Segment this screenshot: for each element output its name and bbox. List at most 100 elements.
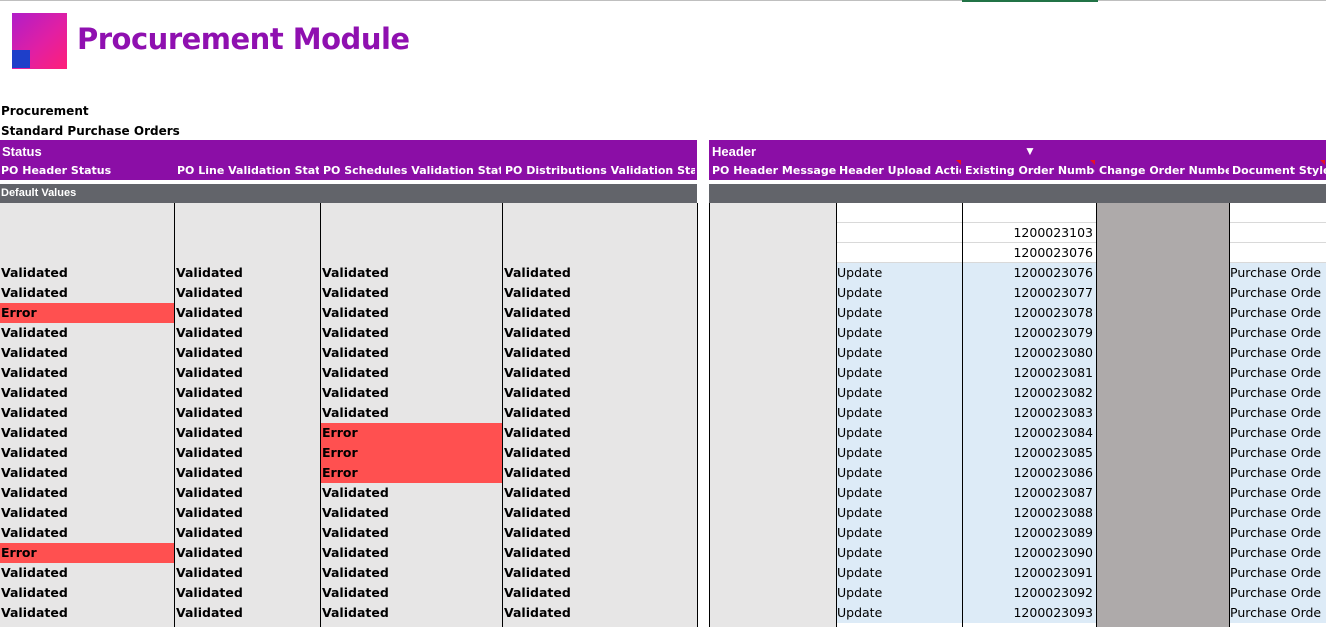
cell-existing-order-number[interactable]: 1200023089 <box>963 523 1096 543</box>
cell-document-style[interactable]: Purchase Orde <box>1230 323 1326 343</box>
cell-document-style[interactable]: Purchase Orde <box>1230 423 1326 443</box>
cell-header-upload-action[interactable]: Update <box>837 403 962 423</box>
cell-header-upload-action[interactable]: Update <box>837 303 962 323</box>
cell-document-style[interactable]: Purchase Orde <box>1230 583 1326 603</box>
cell-po-header-status[interactable]: Validated <box>0 363 174 383</box>
cell-po-line-validation-status[interactable]: Validated <box>175 283 320 303</box>
cell-po-distributions-validation-status[interactable]: Validated <box>503 283 697 303</box>
cell-po-distributions-validation-status[interactable]: Validated <box>503 463 697 483</box>
cell-po-line-validation-status[interactable]: Validated <box>175 403 320 423</box>
cell-po-schedules-validation-status[interactable]: Validated <box>321 323 502 343</box>
cell-document-style[interactable]: Purchase Orde <box>1230 363 1326 383</box>
cell-document-style[interactable]: Purchase Orde <box>1230 503 1326 523</box>
cell-document-style[interactable]: Purchase Orde <box>1230 383 1326 403</box>
cell-document-style[interactable] <box>1230 223 1326 243</box>
cell-po-header-status[interactable]: Error <box>0 303 174 323</box>
cell-header-upload-action[interactable] <box>837 203 962 223</box>
cell-po-schedules-validation-status[interactable]: Validated <box>321 503 502 523</box>
cell-po-schedules-validation-status[interactable]: Validated <box>321 523 502 543</box>
cell-po-header-status[interactable]: Validated <box>0 463 174 483</box>
cell-po-header-status[interactable]: Validated <box>0 403 174 423</box>
cell-header-upload-action[interactable]: Update <box>837 483 962 503</box>
cell-po-header-status[interactable]: Validated <box>0 583 174 603</box>
cell-po-schedules-validation-status[interactable]: Validated <box>321 483 502 503</box>
cell-po-distributions-validation-status[interactable]: Validated <box>503 543 697 563</box>
cell-po-distributions-validation-status[interactable]: Validated <box>503 603 697 623</box>
cell-existing-order-number[interactable]: 1200023079 <box>963 323 1096 343</box>
cell-po-line-validation-status[interactable]: Validated <box>175 463 320 483</box>
cell-po-distributions-validation-status[interactable]: Validated <box>503 263 697 283</box>
cell-po-distributions-validation-status[interactable]: Validated <box>503 483 697 503</box>
cell-document-style[interactable]: Purchase Orde <box>1230 463 1326 483</box>
cell-document-style[interactable]: Purchase Orde <box>1230 403 1326 423</box>
cell-po-line-validation-status[interactable]: Validated <box>175 423 320 443</box>
cell-po-distributions-validation-status[interactable]: Validated <box>503 523 697 543</box>
cell-existing-order-number[interactable]: 1200023092 <box>963 583 1096 603</box>
cell-existing-order-number[interactable]: 1200023076 <box>963 243 1096 263</box>
cell-existing-order-number[interactable]: 1200023091 <box>963 563 1096 583</box>
cell-existing-order-number[interactable] <box>963 203 1096 223</box>
cell-po-header-status[interactable]: Validated <box>0 563 174 583</box>
cell-header-upload-action[interactable]: Update <box>837 423 962 443</box>
cell-po-line-validation-status[interactable]: Validated <box>175 603 320 623</box>
cell-header-upload-action[interactable]: Update <box>837 563 962 583</box>
cell-existing-order-number[interactable]: 1200023085 <box>963 443 1096 463</box>
cell-document-style[interactable]: Purchase Orde <box>1230 523 1326 543</box>
cell-header-upload-action[interactable]: Update <box>837 383 962 403</box>
cell-po-schedules-validation-status[interactable]: Error <box>321 423 502 443</box>
cell-po-distributions-validation-status[interactable]: Validated <box>503 343 697 363</box>
cell-po-header-status[interactable]: Error <box>0 543 174 563</box>
cell-existing-order-number[interactable]: 1200023080 <box>963 343 1096 363</box>
cell-document-style[interactable]: Purchase Orde <box>1230 263 1326 283</box>
cell-po-header-status[interactable]: Validated <box>0 283 174 303</box>
cell-po-line-validation-status[interactable]: Validated <box>175 543 320 563</box>
cell-po-distributions-validation-status[interactable]: Validated <box>503 383 697 403</box>
cell-po-distributions-validation-status[interactable]: Validated <box>503 363 697 383</box>
cell-header-upload-action[interactable] <box>837 243 962 263</box>
cell-header-upload-action[interactable]: Update <box>837 363 962 383</box>
cell-po-line-validation-status[interactable]: Validated <box>175 263 320 283</box>
cell-po-line-validation-status[interactable]: Validated <box>175 523 320 543</box>
cell-po-header-status[interactable]: Validated <box>0 503 174 523</box>
cell-document-style[interactable]: Purchase Orde <box>1230 283 1326 303</box>
cell-document-style[interactable]: Purchase Orde <box>1230 483 1326 503</box>
cell-po-distributions-validation-status[interactable]: Validated <box>503 503 697 523</box>
cell-existing-order-number[interactable]: 1200023084 <box>963 423 1096 443</box>
cell-po-distributions-validation-status[interactable]: Validated <box>503 423 697 443</box>
cell-existing-order-number[interactable]: 1200023090 <box>963 543 1096 563</box>
cell-document-style[interactable]: Purchase Orde <box>1230 543 1326 563</box>
cell-document-style[interactable]: Purchase Orde <box>1230 343 1326 363</box>
cell-existing-order-number[interactable]: 1200023088 <box>963 503 1096 523</box>
cell-document-style[interactable]: Purchase Orde <box>1230 603 1326 623</box>
cell-po-header-status[interactable]: Validated <box>0 603 174 623</box>
cell-po-header-status[interactable]: Validated <box>0 343 174 363</box>
cell-po-schedules-validation-status[interactable]: Validated <box>321 543 502 563</box>
cell-po-distributions-validation-status[interactable]: Validated <box>503 323 697 343</box>
cell-po-distributions-validation-status[interactable]: Validated <box>503 303 697 323</box>
cell-document-style[interactable]: Purchase Orde <box>1230 303 1326 323</box>
cell-po-header-status[interactable]: Validated <box>0 443 174 463</box>
cell-po-header-status[interactable]: Validated <box>0 423 174 443</box>
cell-document-style[interactable] <box>1230 243 1326 263</box>
cell-header-upload-action[interactable]: Update <box>837 603 962 623</box>
cell-po-schedules-validation-status[interactable]: Validated <box>321 263 502 283</box>
cell-po-line-validation-status[interactable]: Validated <box>175 363 320 383</box>
cell-header-upload-action[interactable]: Update <box>837 523 962 543</box>
cell-po-distributions-validation-status[interactable]: Validated <box>503 563 697 583</box>
cell-existing-order-number[interactable]: 1200023087 <box>963 483 1096 503</box>
cell-existing-order-number[interactable]: 1200023083 <box>963 403 1096 423</box>
cell-po-header-status[interactable]: Validated <box>0 523 174 543</box>
cell-existing-order-number[interactable]: 1200023076 <box>963 263 1096 283</box>
cell-po-schedules-validation-status[interactable]: Validated <box>321 583 502 603</box>
cell-po-schedules-validation-status[interactable]: Validated <box>321 363 502 383</box>
cell-po-schedules-validation-status[interactable]: Validated <box>321 563 502 583</box>
cell-header-upload-action[interactable]: Update <box>837 323 962 343</box>
cell-po-line-validation-status[interactable]: Validated <box>175 563 320 583</box>
cell-existing-order-number[interactable]: 1200023086 <box>963 463 1096 483</box>
cell-po-line-validation-status[interactable]: Validated <box>175 583 320 603</box>
cell-po-schedules-validation-status[interactable]: Error <box>321 463 502 483</box>
cell-document-style[interactable] <box>1230 203 1326 223</box>
cell-header-upload-action[interactable]: Update <box>837 463 962 483</box>
cell-po-header-status[interactable]: Validated <box>0 383 174 403</box>
cell-existing-order-number[interactable]: 1200023103 <box>963 223 1096 243</box>
